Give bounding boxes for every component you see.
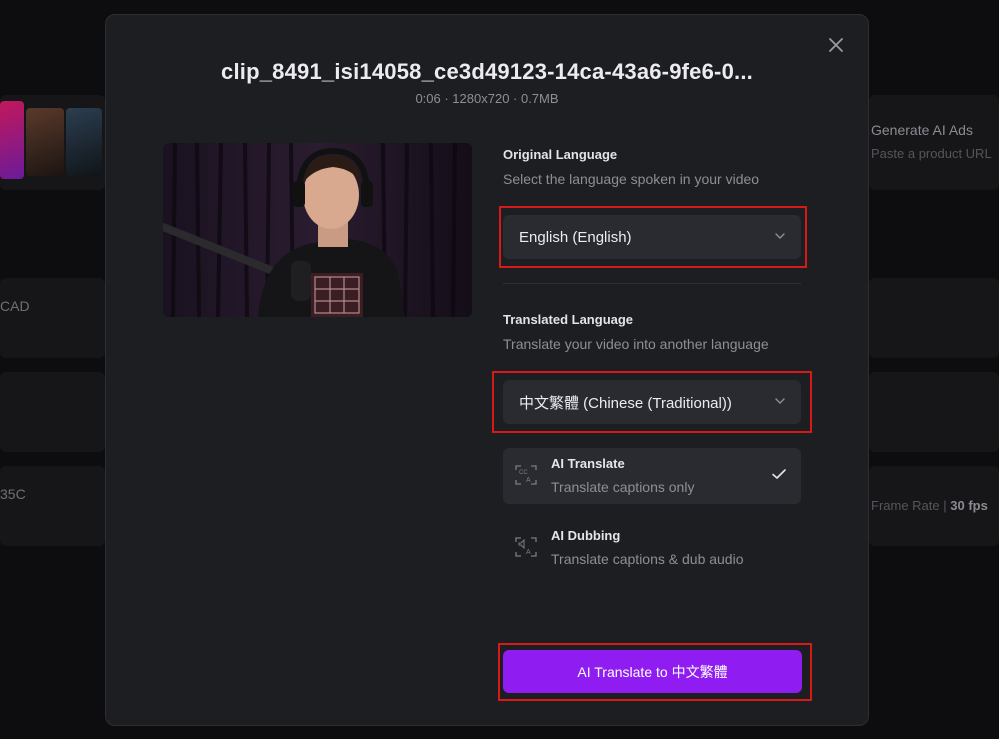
option-ai-dubbing[interactable]: A AI Dubbing Translate captions & dub au… <box>503 520 801 576</box>
option-subtitle: Translate captions & dub audio <box>551 551 744 567</box>
bg-row <box>869 278 999 358</box>
modal-title: clip_8491_isi14058_ce3d49123-14ca-43a6-9… <box>221 59 753 84</box>
bg-frame-rate-value: 30 fps <box>950 498 988 513</box>
bg-row <box>0 372 105 452</box>
option-ai-translate[interactable]: CC A AI Translate Translate captions onl… <box>503 448 801 504</box>
bg-ads-sub: Paste a product URL <box>871 146 992 161</box>
translated-language-label: Translated Language <box>503 312 634 327</box>
highlight-box <box>492 371 812 433</box>
highlight-box <box>499 206 807 268</box>
option-title: AI Dubbing <box>551 528 621 543</box>
video-frame-image <box>163 143 472 317</box>
translated-language-help: Translate your video into another langua… <box>503 336 769 352</box>
svg-text:CC: CC <box>519 470 528 476</box>
close-icon <box>829 38 843 52</box>
video-thumbnail[interactable] <box>163 143 472 317</box>
video-meta: 0:06 · 1280x720 · 0.7MB <box>415 91 559 106</box>
section-divider <box>503 283 801 284</box>
bg-frame-rate: Frame Rate | 30 fps <box>871 498 988 513</box>
close-button[interactable] <box>826 35 846 55</box>
svg-text:A: A <box>526 477 531 484</box>
translate-modal: clip_8491_isi14058_ce3d49123-14ca-43a6-9… <box>105 14 869 726</box>
bg-cad-text: CAD <box>0 298 30 314</box>
original-language-label: Original Language <box>503 147 618 162</box>
highlight-box <box>498 643 812 701</box>
bg-thumbnail <box>0 101 24 179</box>
original-language-help: Select the language spoken in your video <box>503 171 760 187</box>
bg-row <box>0 466 105 546</box>
check-icon <box>772 469 786 479</box>
option-title: AI Translate <box>551 456 625 471</box>
bg-ads-title: Generate AI Ads <box>871 122 973 138</box>
svg-text:A: A <box>526 549 531 556</box>
bg-thumbnail <box>26 108 64 176</box>
audio-translate-icon: A <box>515 537 537 557</box>
bg-frame-rate-label: Frame Rate | <box>871 498 947 513</box>
bg-row <box>869 372 999 452</box>
bg-thumbnail <box>66 108 102 176</box>
bg-row <box>0 278 105 358</box>
option-subtitle: Translate captions only <box>551 479 695 495</box>
bg-code-text: 35C <box>0 486 26 502</box>
bg-ads-card <box>869 95 999 190</box>
captions-translate-icon: CC A <box>515 465 537 485</box>
